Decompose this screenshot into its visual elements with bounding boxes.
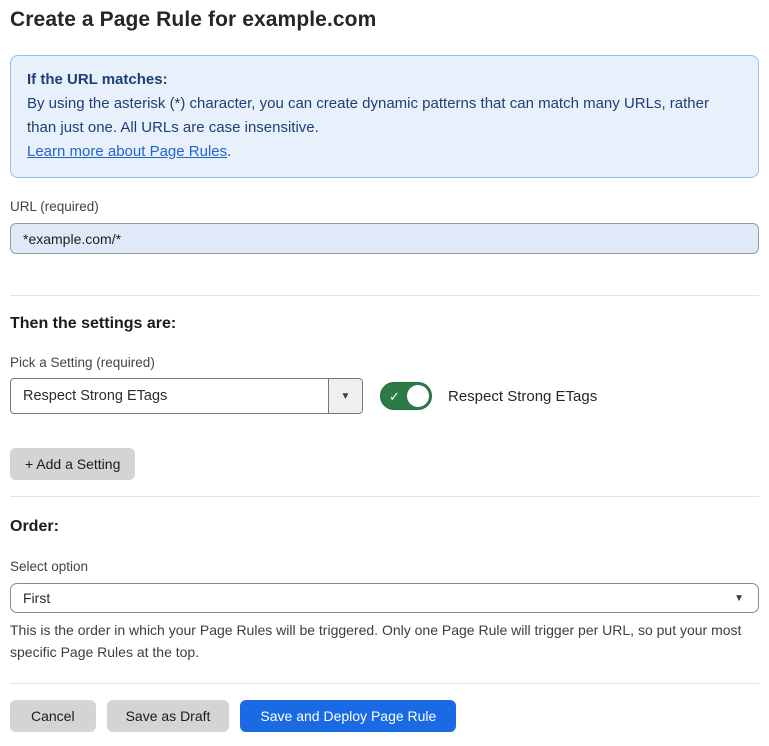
etag-toggle[interactable]: ✓: [380, 382, 432, 410]
toggle-knob: [407, 385, 429, 407]
info-box-body: By using the asterisk (*) character, you…: [27, 92, 742, 140]
cancel-button[interactable]: Cancel: [10, 700, 96, 732]
url-field-label: URL (required): [10, 199, 759, 214]
add-setting-button[interactable]: + Add a Setting: [10, 448, 135, 480]
setting-select[interactable]: Respect Strong ETags ▼: [10, 378, 363, 414]
page-title: Create a Page Rule for example.com: [10, 8, 759, 32]
order-select-value: First: [23, 590, 50, 606]
pick-setting-label: Pick a Setting (required): [10, 355, 759, 370]
chevron-down-icon[interactable]: ▼: [328, 379, 362, 413]
divider: [10, 295, 759, 296]
info-box-link-line: Learn more about Page Rules.: [27, 140, 742, 164]
settings-section-heading: Then the settings are:: [10, 315, 759, 333]
setting-select-value: Respect Strong ETags: [11, 379, 328, 413]
url-input[interactable]: [10, 223, 759, 254]
chevron-down-icon: ▼: [734, 593, 744, 604]
info-box-heading: If the URL matches:: [27, 68, 742, 92]
divider: [10, 496, 759, 497]
check-icon: ✓: [389, 390, 400, 403]
create-page-rule-form: Create a Page Rule for example.com If th…: [0, 0, 769, 746]
order-select[interactable]: First ▼: [10, 583, 759, 613]
order-select-label: Select option: [10, 559, 759, 574]
divider: [10, 683, 759, 684]
footer-buttons: Cancel Save as Draft Save and Deploy Pag…: [10, 700, 759, 732]
learn-more-link[interactable]: Learn more about Page Rules: [27, 143, 227, 160]
link-period: .: [227, 143, 231, 160]
setting-row: Respect Strong ETags ▼ ✓ Respect Strong …: [10, 378, 759, 414]
toggle-label: Respect Strong ETags: [448, 388, 597, 405]
save-draft-button[interactable]: Save as Draft: [107, 700, 230, 732]
order-help-text: This is the order in which your Page Rul…: [10, 619, 759, 663]
url-match-info-box: If the URL matches: By using the asteris…: [10, 55, 759, 178]
save-deploy-button[interactable]: Save and Deploy Page Rule: [240, 700, 456, 732]
order-section-heading: Order:: [10, 518, 759, 536]
